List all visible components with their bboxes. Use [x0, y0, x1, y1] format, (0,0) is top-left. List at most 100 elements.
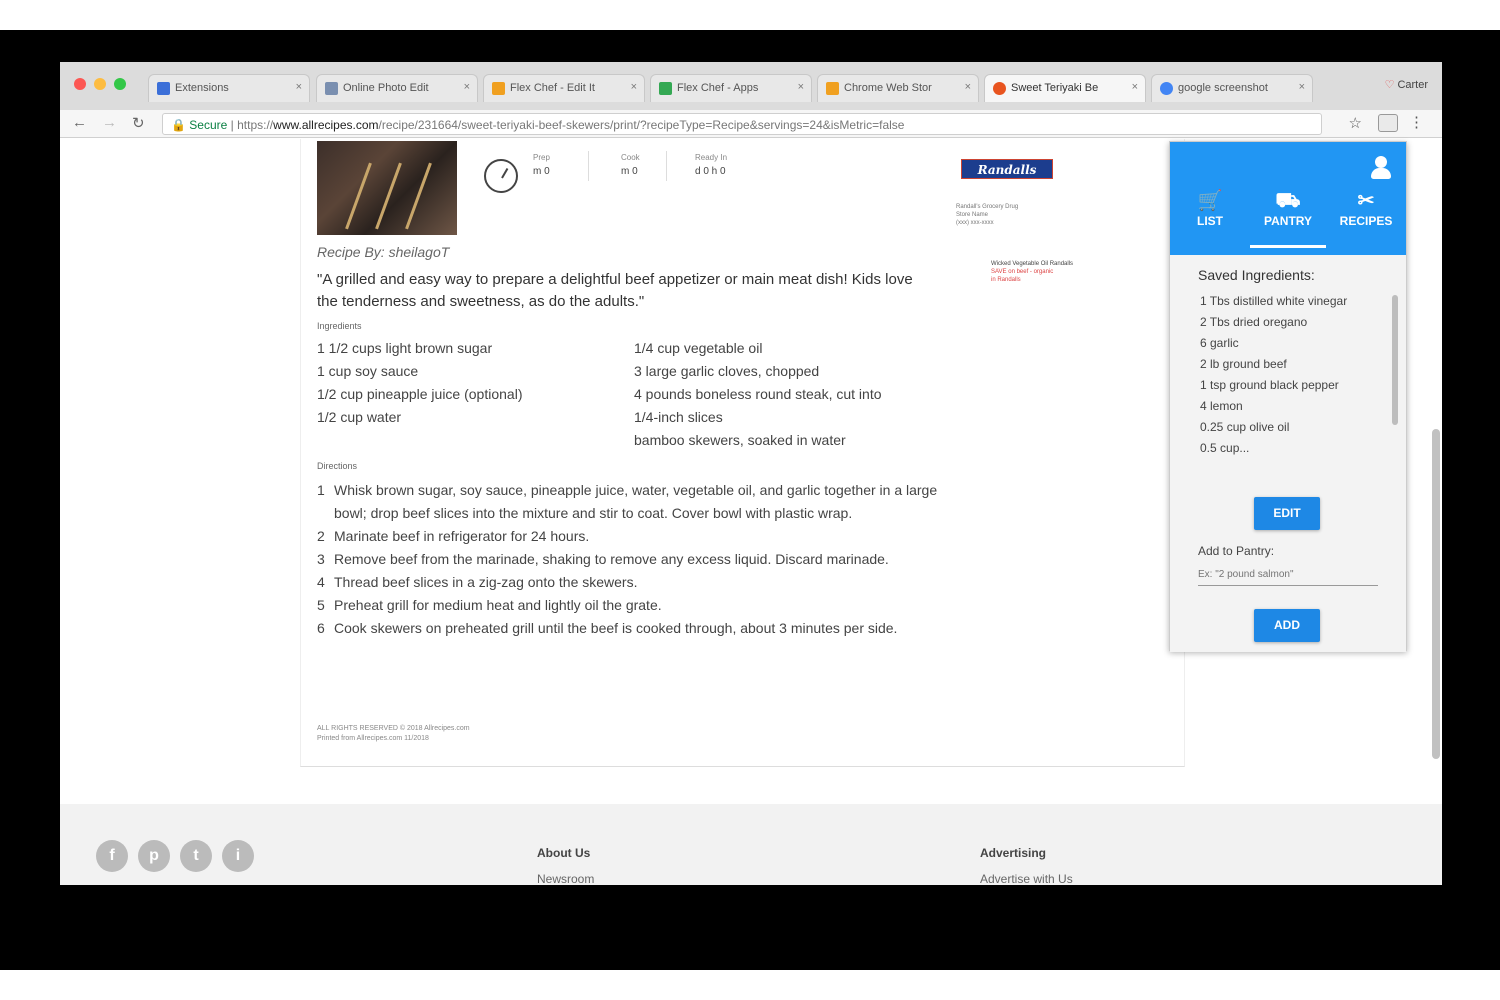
address-bar[interactable]: 🔒 Secure | https://www.allrecipes.com/re… — [162, 113, 1322, 135]
tab-online-photo-edit[interactable]: Online Photo Edit × — [316, 74, 478, 102]
browser-window: Extensions × Online Photo Edit × Flex Ch… — [60, 62, 1442, 885]
secure-label: Secure — [189, 118, 228, 132]
close-tab-icon[interactable]: × — [296, 81, 302, 93]
page-scrollbar[interactable] — [1432, 429, 1440, 759]
clock-icon — [484, 159, 518, 193]
play-store-icon — [659, 82, 672, 95]
ingredients-left-column: 1 1/2 cups light brown sugar 1 cup soy s… — [317, 337, 522, 429]
tab-strip: Extensions × Online Photo Edit × Flex Ch… — [60, 62, 1442, 110]
ingredients-heading: Ingredients — [317, 321, 362, 331]
saved-ingredient: 1 Tbs distilled white vinegar — [1200, 294, 1348, 308]
ingredient-item: 1/2 cup pineapple juice (optional) — [317, 386, 523, 402]
saved-ingredient: 2 Tbs dried oregano — [1200, 315, 1308, 329]
direction-step: 2 Marinate beef in refrigerator for 24 ho… — [317, 528, 590, 544]
recipe-description: "A grilled and easy way to prepare a del… — [317, 271, 913, 310]
ingredient-item: 3 large garlic cloves, chopped — [634, 363, 820, 379]
chrome-store-icon — [826, 82, 839, 95]
ingredient-item: 1/4 cup vegetable oil — [634, 340, 763, 356]
close-tab-icon[interactable]: × — [965, 81, 971, 93]
recipe-card: Prep m 0 Cook m 0 Ready In d 0 h 0 Randa… — [300, 139, 1185, 767]
browser-menu-icon[interactable]: ⋮ — [1409, 113, 1424, 131]
reload-button[interactable]: ↻ — [132, 114, 145, 132]
pantry-icon: ⛟ — [1275, 190, 1301, 212]
letterbox-left — [0, 30, 60, 970]
store-info: Randall's Grocery Drug Store Name (xxx) … — [956, 204, 1019, 226]
ingredient-item: 1 1/2 cups light brown sugar — [317, 340, 493, 356]
ingredient-item: 1/4-inch slices — [634, 409, 723, 425]
direction-step: 4 Thread beef slices in a zig-zag onto th… — [317, 574, 638, 590]
facebook-icon[interactable]: f — [96, 840, 128, 872]
profile-button[interactable]: ♡ Carter — [1385, 78, 1428, 91]
tab-google-screenshot[interactable]: google screenshot × — [1151, 74, 1313, 102]
footer-advertise-link[interactable]: Advertise with Us — [980, 872, 1073, 885]
maximize-window-button[interactable] — [114, 78, 126, 90]
site-footer: f p t i About Us Newsroom Advertising Ad… — [60, 804, 1442, 885]
direction-step: 5 Preheat grill for medium heat and light… — [317, 597, 662, 613]
saved-ingredient: 6 garlic — [1200, 336, 1239, 350]
saved-ingredient: 0.5 cup... — [1200, 441, 1250, 455]
instagram-icon[interactable]: i — [222, 840, 254, 872]
close-window-button[interactable] — [74, 78, 86, 90]
close-tab-icon[interactable]: × — [1132, 81, 1138, 93]
ingredients-right-column: 1/4 cup vegetable oil 3 large garlic clo… — [634, 337, 882, 452]
saved-ingredient: 1 tsp ground black pepper — [1200, 378, 1339, 392]
edit-button[interactable]: EDIT — [1254, 497, 1320, 530]
chrome-store-icon — [492, 82, 505, 95]
minimize-window-button[interactable] — [94, 78, 106, 90]
ingredient-item: bamboo skewers, soaked in water — [634, 432, 846, 448]
url-host: www.allrecipes.com — [273, 118, 379, 132]
add-ingredient-input[interactable] — [1198, 564, 1378, 586]
letterbox-bottom — [0, 885, 1500, 970]
saved-ingredients-list[interactable]: 1 Tbs distilled white vinegar 2 Tbs drie… — [1200, 291, 1390, 481]
user-account-icon[interactable] — [1370, 156, 1392, 180]
popup-header: 🛒 LIST ⛟ PANTRY ✂ RECIPES — [1170, 142, 1406, 255]
add-button[interactable]: ADD — [1254, 609, 1320, 642]
url-path: /recipe/231664/sweet-teriyaki-beef-skewe… — [378, 118, 905, 132]
saved-list-scrollbar[interactable] — [1392, 295, 1398, 425]
tab-list[interactable]: 🛒 LIST — [1172, 188, 1248, 248]
puzzle-icon — [157, 82, 170, 95]
saved-ingredient: 4 lemon — [1200, 399, 1243, 413]
allrecipes-icon — [993, 82, 1006, 95]
forward-button[interactable]: → — [102, 114, 117, 131]
tab-sweet-teriyaki[interactable]: Sweet Teriyaki Be × — [984, 74, 1146, 102]
footer-about-heading: About Us — [537, 846, 591, 860]
bookmark-star-icon[interactable]: ☆ — [1349, 114, 1362, 132]
extension-icon[interactable] — [1378, 114, 1398, 132]
pinterest-icon[interactable]: p — [138, 840, 170, 872]
tab-flex-chef-edit[interactable]: Flex Chef - Edit It × — [483, 74, 645, 102]
recipe-byline: Recipe By: sheilagoT — [317, 244, 450, 260]
tab-chrome-web-store[interactable]: Chrome Web Stor × — [817, 74, 979, 102]
letterbox-top — [0, 30, 1500, 62]
close-tab-icon[interactable]: × — [631, 81, 637, 93]
close-tab-icon[interactable]: × — [1299, 81, 1305, 93]
twitter-icon[interactable]: t — [180, 840, 212, 872]
ready-in-time: Ready In d 0 h 0 — [695, 153, 728, 177]
saved-ingredient: 0.25 cup olive oil — [1200, 420, 1290, 434]
directions-heading: Directions — [317, 461, 358, 471]
footer-newsroom-link[interactable]: Newsroom — [537, 872, 594, 885]
browser-toolbar: ← → ↻ 🔒 Secure | https://www.allrecipes.… — [60, 110, 1442, 138]
flex-chef-popup: 🛒 LIST ⛟ PANTRY ✂ RECIPES Saved Ingredie… — [1169, 141, 1407, 652]
saved-ingredient: 2 lb ground beef — [1200, 357, 1287, 371]
close-tab-icon[interactable]: × — [798, 81, 804, 93]
direction-step: 3 Remove beef from the marinade, shaking … — [317, 551, 889, 567]
url-scheme: https:// — [237, 118, 274, 132]
randalls-logo[interactable]: Randalls — [961, 159, 1053, 179]
tab-pantry[interactable]: ⛟ PANTRY — [1250, 188, 1326, 248]
ad-link[interactable]: SAVE on beef - organic — [991, 268, 1081, 276]
close-tab-icon[interactable]: × — [464, 81, 470, 93]
prep-time: Prep m 0 — [533, 153, 550, 177]
utensils-icon: ✂ — [1357, 190, 1375, 212]
store-ad: Wicked Vegetable Oil Randalls SAVE on be… — [991, 260, 1081, 284]
photo-editor-icon — [325, 82, 338, 95]
cook-time: Cook m 0 — [621, 153, 640, 177]
directions-list: 1 Whisk brown sugar, soy sauce, pineapple… — [317, 479, 957, 640]
direction-step: 6 Cook skewers on preheated grill until t… — [317, 620, 898, 636]
pantry-panel: Saved Ingredients: 1 Tbs distilled white… — [1170, 255, 1406, 652]
tab-recipes[interactable]: ✂ RECIPES — [1328, 188, 1404, 248]
back-button[interactable]: ← — [72, 114, 87, 131]
saved-ingredients-title: Saved Ingredients: — [1198, 267, 1315, 283]
tab-flex-chef-apps[interactable]: Flex Chef - Apps × — [650, 74, 812, 102]
tab-extensions[interactable]: Extensions × — [148, 74, 310, 102]
